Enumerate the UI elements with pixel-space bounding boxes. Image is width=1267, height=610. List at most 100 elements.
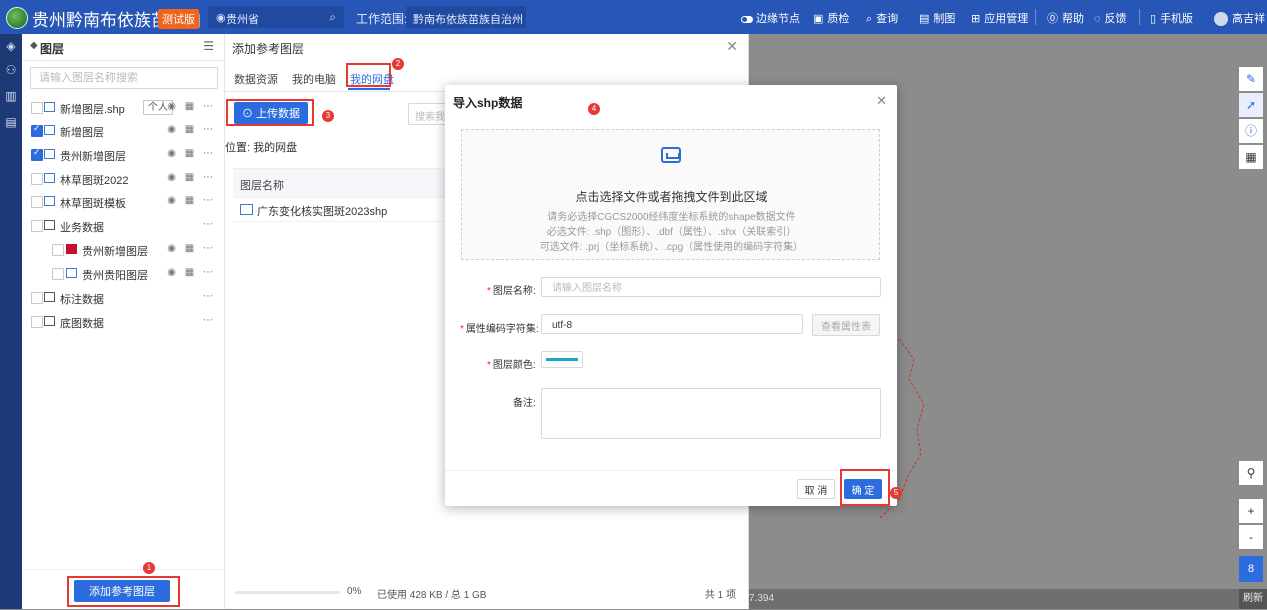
layer-actions[interactable]: ◉ ▦ ⋯	[167, 124, 216, 135]
layer-actions[interactable]: ◉ ▦ ⋯	[167, 172, 216, 183]
layer-checkbox[interactable]	[31, 147, 43, 161]
scope-selector[interactable]: 黔南布依族苗族自治州	[406, 6, 526, 28]
nav-help[interactable]: ⓪ 帮助	[1047, 10, 1084, 26]
check-doc-icon: ▣	[813, 13, 824, 25]
modal-title: 导入shp数据	[453, 96, 523, 110]
nav-edge-node[interactable]: 边缘节点	[741, 10, 800, 26]
storage-percent: 0%	[347, 586, 362, 597]
nav-app-manage[interactable]: ⊞ 应用管理	[971, 10, 1028, 26]
layer-checkbox[interactable]	[31, 123, 43, 137]
layer-group-row[interactable]: 底图数据 ⋯	[22, 312, 224, 332]
layer-actions[interactable]: ⋯	[203, 315, 216, 326]
list-icon[interactable]: ☰	[203, 39, 214, 53]
region-selector[interactable]: ◉ 贵州省 ⌕	[208, 6, 344, 28]
file-dropzone[interactable]: 点击选择文件或者拖拽文件到此区域 请务必选择CGCS2000经纬度坐标系统的sh…	[461, 129, 880, 260]
layer-name-input[interactable]	[550, 279, 876, 297]
layer-checkbox[interactable]	[31, 196, 43, 208]
refresh-button[interactable]: 刷新	[1239, 589, 1267, 609]
search-icon: ⌕	[866, 13, 873, 25]
people-icon[interactable]: ⚇	[3, 62, 19, 78]
import-shp-modal: 导入shp数据 ✕ 点击选择文件或者拖拽文件到此区域 请务必选择CGCS2000…	[445, 85, 897, 506]
file-name: 广东变化核实图斑2023shp	[257, 206, 388, 218]
layer-row[interactable]: 贵州新增图层 ◉ ▦ ⋯	[22, 240, 224, 260]
layer-color-picker[interactable]	[541, 351, 583, 368]
close-icon[interactable]: ✕	[876, 93, 887, 109]
layer-checkbox[interactable]	[31, 316, 43, 328]
storage-usage: 已使用 428 KB / 总 1 GB	[377, 590, 487, 601]
remark-textarea[interactable]	[541, 388, 881, 439]
annotation-number: 4	[588, 103, 600, 115]
layer-checkbox[interactable]	[31, 102, 43, 114]
layer-actions[interactable]: ◉ ▦ ⋯	[167, 101, 216, 112]
layer-row[interactable]: 新增图层.shp 个人 ◉ ▦ ⋯	[22, 98, 224, 118]
tab-data-resources[interactable]: 数据资源	[234, 71, 278, 87]
layer-checkbox[interactable]	[52, 268, 64, 280]
layer-actions[interactable]: ⋯	[203, 291, 216, 302]
nav-query[interactable]: ⌕ 查询	[866, 10, 898, 26]
left-rail: ◈ ⚇ ▥ ▤	[0, 34, 22, 609]
nav-mobile[interactable]: ▯ 手机版	[1150, 10, 1193, 26]
layer-actions[interactable]: ◉ ▦ ⋯	[167, 148, 216, 159]
layer-checkbox[interactable]	[31, 173, 43, 185]
layer-row[interactable]: 林草图斑模板 ◉ ▦ ⋯	[22, 192, 224, 212]
annotation-box	[226, 99, 314, 126]
layer-name: 贵州新增图层	[60, 151, 126, 163]
tab-my-computer[interactable]: 我的电脑	[292, 71, 336, 87]
zoom-out-button[interactable]: -	[1239, 525, 1263, 549]
layer-checkbox[interactable]	[52, 244, 64, 256]
charset-input[interactable]	[550, 316, 801, 334]
close-icon[interactable]: ✕	[726, 38, 738, 55]
annotation-box	[840, 469, 890, 506]
edit-icon[interactable]: ✎	[1239, 67, 1263, 91]
nav-quality[interactable]: ▣ 质检	[813, 10, 849, 26]
layer-row[interactable]: 贵州贵阳图层 ◉ ▦ ⋯	[22, 264, 224, 284]
zoom-in-button[interactable]: +	[1239, 499, 1263, 523]
layer-search[interactable]	[30, 67, 218, 89]
inbox-icon	[661, 147, 681, 163]
scope-value: 黔南布依族苗族自治州	[413, 14, 523, 26]
charset-label: * 属性编码字符集:	[460, 324, 539, 335]
layer-checkbox[interactable]	[31, 220, 43, 232]
annotation-box	[67, 576, 180, 607]
qr-icon[interactable]: ▦	[1239, 145, 1263, 169]
zoom-level: 8	[1239, 556, 1263, 582]
layer-search-input[interactable]	[37, 68, 211, 88]
info-icon[interactable]: ⓘ	[1239, 119, 1263, 143]
view-attribute-table-button[interactable]: 查看属性表	[812, 314, 880, 336]
layer-checkbox[interactable]	[31, 292, 43, 304]
toggle-icon[interactable]	[741, 15, 753, 23]
table-icon[interactable]: ▤	[3, 114, 19, 130]
layer-group-row[interactable]: 业务数据 ⋯	[22, 216, 224, 236]
layer-actions[interactable]: ⋯	[203, 219, 216, 230]
layers-icon[interactable]: ◈	[3, 38, 19, 54]
layer-actions[interactable]: ◉ ▦ ⋯	[167, 195, 216, 206]
layer-name: 贵州贵阳图层	[82, 270, 148, 282]
layer-name-field[interactable]	[541, 277, 881, 297]
add-reference-title: 添加参考图层	[232, 42, 305, 56]
layer-row[interactable]: 新增图层 ◉ ▦ ⋯	[22, 121, 224, 141]
coordinate-bar: 7.394	[749, 589, 1239, 609]
charset-field[interactable]	[541, 314, 803, 334]
search-icon[interactable]: ⌕	[329, 10, 336, 25]
cancel-button[interactable]: 取 消	[797, 479, 835, 499]
layer-actions[interactable]: ◉ ▦ ⋯	[167, 243, 216, 254]
chart-icon[interactable]: ▥	[3, 88, 19, 104]
layer-row[interactable]: 贵州新增图层 ◉ ▦ ⋯	[22, 145, 224, 165]
polygon-layer-icon	[44, 102, 55, 112]
env-badge: 测试版	[158, 9, 199, 29]
layer-name: 业务数据	[60, 222, 104, 234]
layers-panel-title: 图层	[40, 42, 65, 56]
layer-row[interactable]: 林草图斑2022 ◉ ▦ ⋯	[22, 169, 224, 189]
nav-divider	[1035, 9, 1036, 25]
nav-mapping[interactable]: ▤ 制图	[919, 10, 955, 26]
pointer-icon[interactable]: ➚	[1239, 93, 1263, 117]
layer-name-label: * 图层名称:	[487, 286, 536, 297]
layer-group-row[interactable]: 标注数据 ⋯	[22, 288, 224, 308]
nav-feedback[interactable]: ◌ 反馈	[1094, 10, 1127, 26]
gps-icon[interactable]: ⚲	[1239, 461, 1263, 485]
nav-user[interactable]: 高吉祥	[1214, 10, 1265, 27]
app-logo	[6, 7, 28, 29]
total-items: 共 1 项	[704, 590, 736, 601]
layers-panel: ◆ 图层 ☰ 新增图层.shp 个人 ◉ ▦ ⋯ 新增图层 ◉ ▦ ⋯ 贵州新增…	[22, 34, 225, 609]
layer-actions[interactable]: ◉ ▦ ⋯	[167, 267, 216, 278]
